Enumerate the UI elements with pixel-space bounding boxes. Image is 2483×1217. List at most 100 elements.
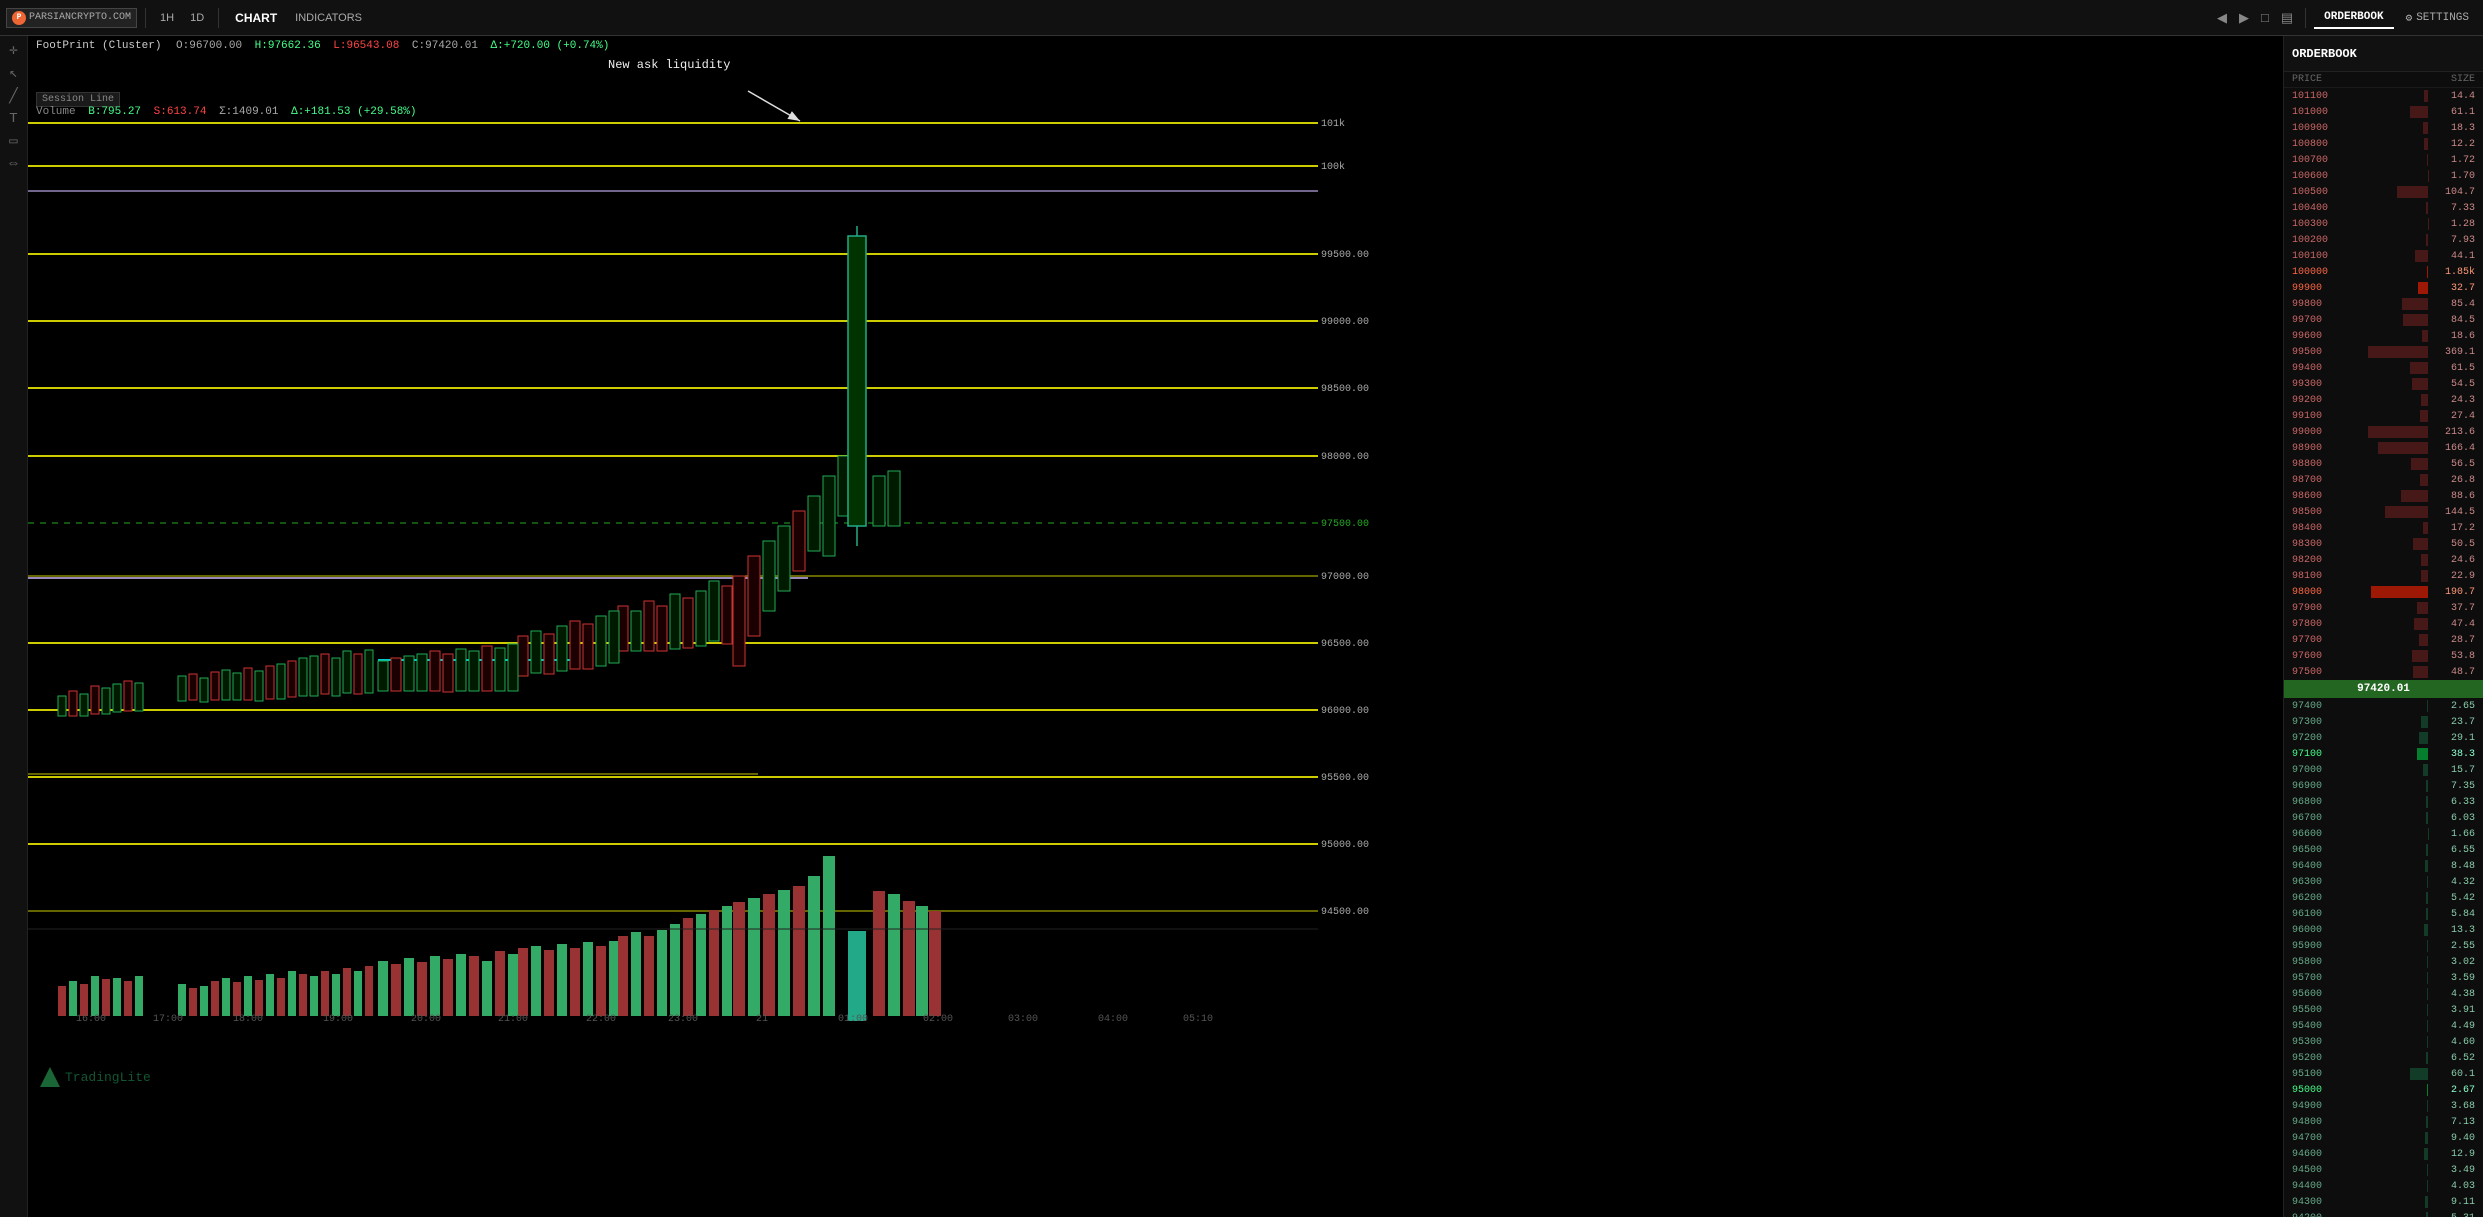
ob-bid-row[interactable]: 95000 2.67	[2284, 1082, 2483, 1098]
ob-ask-row[interactable]: 100200 7.93	[2284, 232, 2483, 248]
ob-bid-row[interactable]: 97300 23.7	[2284, 714, 2483, 730]
ob-ask-row[interactable]: 100600 1.70	[2284, 168, 2483, 184]
ob-bid-row[interactable]: 94300 9.11	[2284, 1194, 2483, 1210]
ob-bid-row[interactable]: 94700 9.40	[2284, 1130, 2483, 1146]
ob-bid-row[interactable]: 94400 4.03	[2284, 1178, 2483, 1194]
ob-ask-row[interactable]: 98900 166.4	[2284, 440, 2483, 456]
ob-bid-row[interactable]: 96900 7.35	[2284, 778, 2483, 794]
settings-btn[interactable]: ⚙ SETTINGS	[2398, 9, 2477, 27]
ob-ask-row[interactable]: 100400 7.33	[2284, 200, 2483, 216]
orderbook-tab[interactable]: ORDERBOOK	[2314, 7, 2393, 29]
ob-bid-row[interactable]: 96400 8.48	[2284, 858, 2483, 874]
ob-ask-row[interactable]: 98800 56.5	[2284, 456, 2483, 472]
ob-ask-row[interactable]: 100800 12.2	[2284, 136, 2483, 152]
left-toolbar: ✛ ↖ ╱ T ▭ ⇔	[0, 36, 28, 1217]
fullscreen-btn[interactable]: □	[2257, 8, 2273, 27]
ob-ask-row[interactable]: 100300 1.28	[2284, 216, 2483, 232]
timeframe-1d[interactable]: 1D	[184, 10, 210, 26]
measure-icon[interactable]: ⇔	[9, 156, 17, 172]
ob-bid-row[interactable]: 96700 6.03	[2284, 810, 2483, 826]
ob-ask-row[interactable]: 98300 50.5	[2284, 536, 2483, 552]
ob-ask-row[interactable]: 99500 369.1	[2284, 344, 2483, 360]
ob-ask-row[interactable]: 98000 190.7	[2284, 584, 2483, 600]
ob-ask-row[interactable]: 98500 144.5	[2284, 504, 2483, 520]
ob-bid-row[interactable]: 97000 15.7	[2284, 762, 2483, 778]
ob-ask-rows: 101100 14.4 101000 61.1 100900 18.3 1008…	[2284, 88, 2483, 680]
svg-text:22:00: 22:00	[586, 1014, 616, 1025]
ob-ask-row[interactable]: 100000 1.85k	[2284, 264, 2483, 280]
separator-3	[2305, 8, 2306, 28]
ob-bid-row[interactable]: 94600 12.9	[2284, 1146, 2483, 1162]
timeframe-1h[interactable]: 1H	[154, 10, 180, 26]
ob-ask-row[interactable]: 99200 24.3	[2284, 392, 2483, 408]
ob-ask-row[interactable]: 101000 61.1	[2284, 104, 2483, 120]
svg-text:01:00: 01:00	[838, 1014, 868, 1025]
volume-delta: Δ:+181.53 (+29.58%)	[291, 106, 416, 118]
ob-ask-row[interactable]: 99700 84.5	[2284, 312, 2483, 328]
ob-ask-row[interactable]: 98200 24.6	[2284, 552, 2483, 568]
svg-text:19:00: 19:00	[323, 1014, 353, 1025]
ob-ask-row[interactable]: 97500 48.7	[2284, 664, 2483, 680]
ob-bid-row[interactable]: 97200 29.1	[2284, 730, 2483, 746]
chart-tab[interactable]: CHART	[227, 9, 285, 27]
ob-bid-row[interactable]: 95700 3.59	[2284, 970, 2483, 986]
ob-ask-row[interactable]: 99900 32.7	[2284, 280, 2483, 296]
ob-ask-row[interactable]: 97800 47.4	[2284, 616, 2483, 632]
ob-ask-row[interactable]: 99800 85.4	[2284, 296, 2483, 312]
ob-bid-row[interactable]: 97400 2.65	[2284, 698, 2483, 714]
ob-ask-row[interactable]: 99600 18.6	[2284, 328, 2483, 344]
ob-ask-row[interactable]: 97700 28.7	[2284, 632, 2483, 648]
ob-bid-row[interactable]: 95200 6.52	[2284, 1050, 2483, 1066]
ob-ask-row[interactable]: 98700 26.8	[2284, 472, 2483, 488]
ob-bid-row[interactable]: 95500 3.91	[2284, 1002, 2483, 1018]
back-btn[interactable]: ◀	[2213, 8, 2231, 28]
ob-bid-row[interactable]: 96500 6.55	[2284, 842, 2483, 858]
ob-bid-row[interactable]: 95300 4.60	[2284, 1034, 2483, 1050]
ob-bid-row[interactable]: 94200 5.31	[2284, 1210, 2483, 1217]
ob-ask-row[interactable]: 98100 22.9	[2284, 568, 2483, 584]
ob-ask-row[interactable]: 99300 54.5	[2284, 376, 2483, 392]
ask-liquidity-text: New ask liquidity	[608, 58, 730, 72]
ob-bid-row[interactable]: 94900 3.68	[2284, 1098, 2483, 1114]
crosshair-icon[interactable]: ✛	[9, 42, 17, 59]
ob-ask-row[interactable]: 97900 37.7	[2284, 600, 2483, 616]
logo[interactable]: P PARSIANCRYPTO.COM	[6, 8, 137, 28]
ob-bid-row[interactable]: 95100 60.1	[2284, 1066, 2483, 1082]
line-icon[interactable]: ╱	[9, 88, 17, 105]
ob-bid-row[interactable]: 96800 6.33	[2284, 794, 2483, 810]
ob-bid-row[interactable]: 96100 5.84	[2284, 906, 2483, 922]
indicators-btn[interactable]: INDICATORS	[289, 10, 368, 26]
ob-ask-row[interactable]: 100900 18.3	[2284, 120, 2483, 136]
ob-ask-row[interactable]: 100500 104.7	[2284, 184, 2483, 200]
ob-bid-row[interactable]: 97100 38.3	[2284, 746, 2483, 762]
cursor-icon[interactable]: ↖	[9, 65, 17, 82]
camera-btn[interactable]: ▤	[2277, 8, 2297, 28]
ob-ask-row[interactable]: 101100 14.4	[2284, 88, 2483, 104]
forward-btn[interactable]: ▶	[2235, 8, 2253, 28]
ob-ask-row[interactable]: 98600 88.6	[2284, 488, 2483, 504]
ob-ask-row[interactable]: 99000 213.6	[2284, 424, 2483, 440]
ob-ask-row[interactable]: 100100 44.1	[2284, 248, 2483, 264]
svg-text:97500.00: 97500.00	[1321, 519, 1369, 530]
ob-ask-row[interactable]: 97600 53.8	[2284, 648, 2483, 664]
ob-ask-row[interactable]: 99100 27.4	[2284, 408, 2483, 424]
ob-ask-row[interactable]: 100700 1.72	[2284, 152, 2483, 168]
ob-bid-row[interactable]: 96600 1.66	[2284, 826, 2483, 842]
ob-bid-row[interactable]: 96000 13.3	[2284, 922, 2483, 938]
svg-text:96000.00: 96000.00	[1321, 706, 1369, 717]
text-icon[interactable]: T	[9, 111, 17, 127]
ob-bid-row[interactable]: 94500 3.49	[2284, 1162, 2483, 1178]
price-close: C:97420.01	[412, 40, 478, 52]
rect-icon[interactable]: ▭	[9, 133, 17, 150]
ob-bid-row[interactable]: 95600 4.38	[2284, 986, 2483, 1002]
ob-ask-row[interactable]: 99400 61.5	[2284, 360, 2483, 376]
ob-bid-row[interactable]: 95800 3.02	[2284, 954, 2483, 970]
ob-bid-row[interactable]: 96200 5.42	[2284, 890, 2483, 906]
ob-bid-row[interactable]: 95900 2.55	[2284, 938, 2483, 954]
ob-col-headers: PRICE SIZE	[2284, 72, 2483, 88]
ob-bid-row[interactable]: 94800 7.13	[2284, 1114, 2483, 1130]
ob-ask-row[interactable]: 98400 17.2	[2284, 520, 2483, 536]
ob-bid-row[interactable]: 95400 4.49	[2284, 1018, 2483, 1034]
price-low: L:96543.08	[333, 40, 399, 52]
ob-bid-row[interactable]: 96300 4.32	[2284, 874, 2483, 890]
